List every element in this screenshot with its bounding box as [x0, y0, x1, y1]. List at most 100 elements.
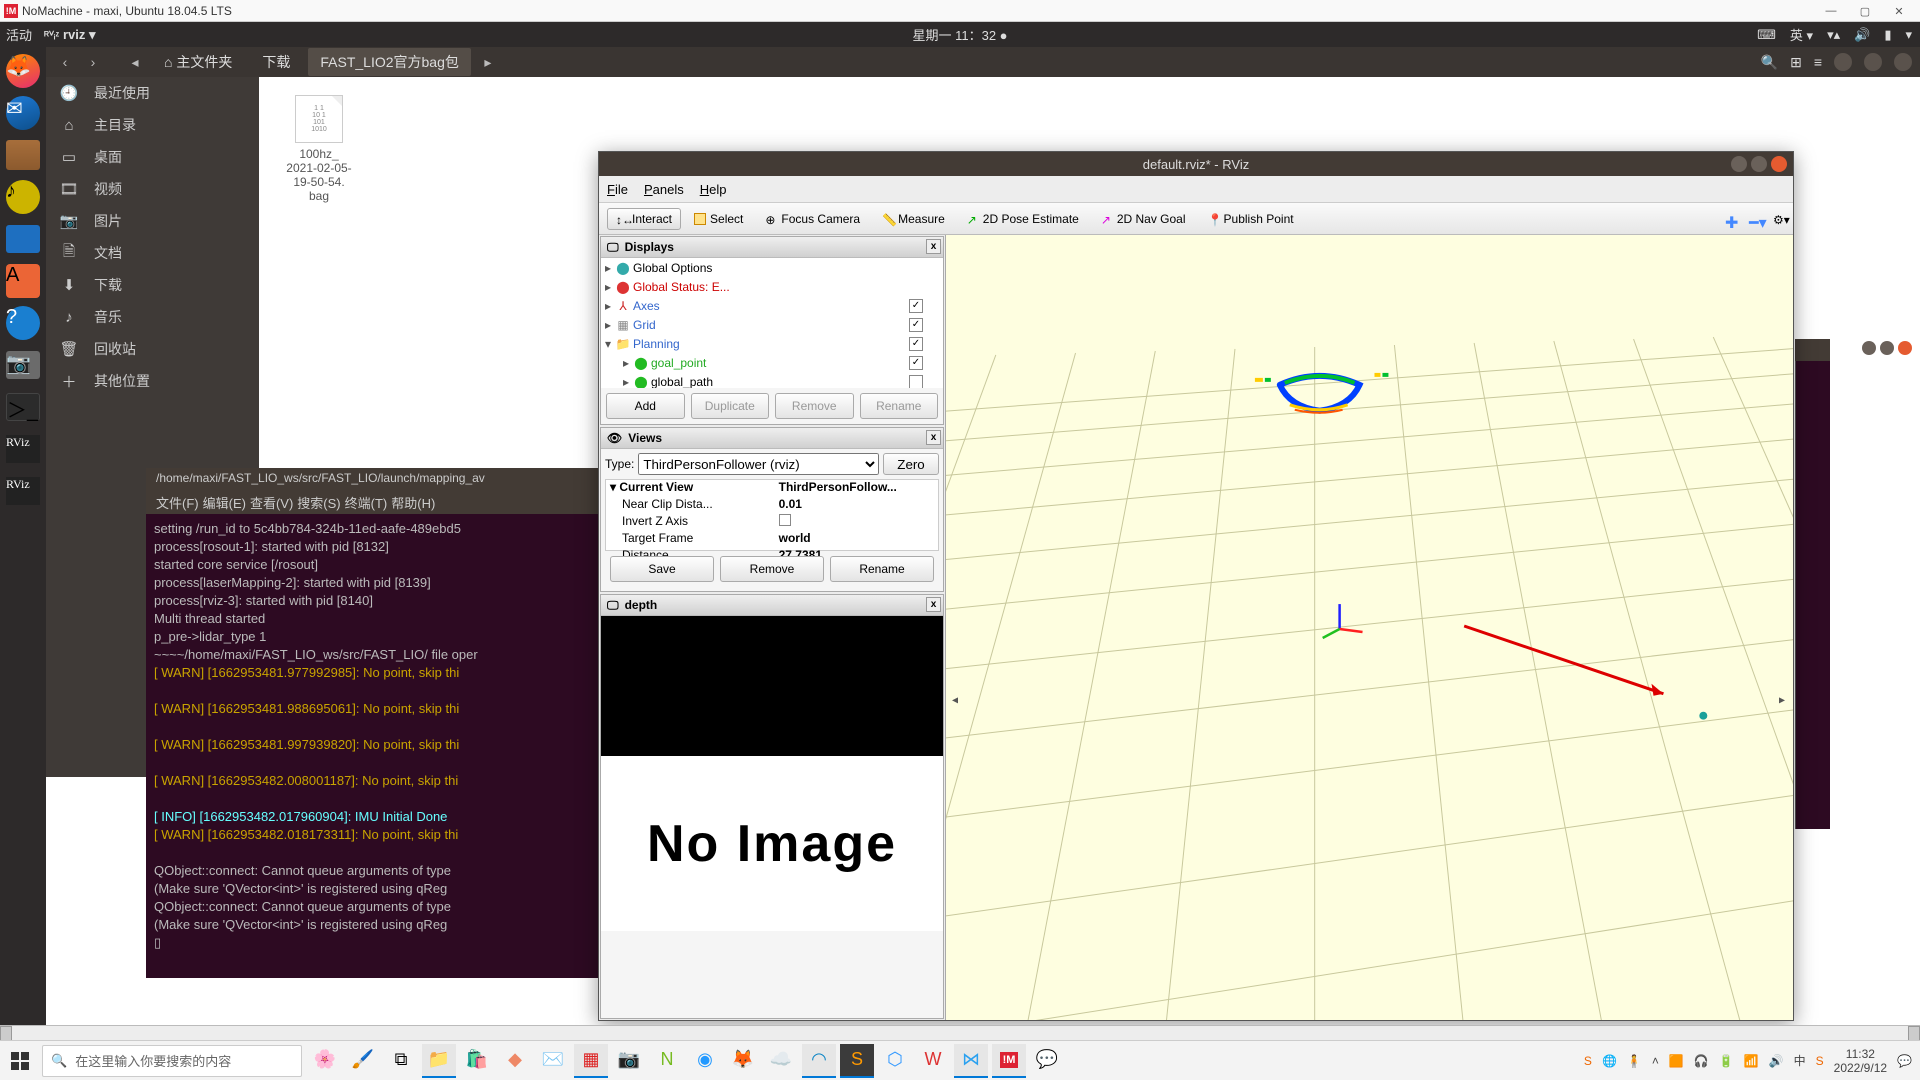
task-unknown[interactable]: 💬 [1030, 1044, 1064, 1078]
term-menu-search[interactable]: 搜索(S) [297, 493, 340, 511]
axes-check[interactable]: ✓ [909, 299, 923, 313]
task-store[interactable]: 🛍️ [460, 1044, 494, 1078]
path-forward[interactable]: ▸ [477, 51, 499, 73]
term-menu-help[interactable]: 帮助(H) [391, 493, 435, 511]
scroll-left[interactable] [0, 1026, 12, 1041]
sidebar-music[interactable]: ♪音乐 [46, 301, 259, 333]
tray-wifi[interactable]: 📶 [1744, 1054, 1759, 1068]
tray-person[interactable]: 🧍 [1627, 1054, 1642, 1068]
gear-tool-icon[interactable]: ⚙▾ [1773, 213, 1785, 225]
close-button[interactable]: ✕ [1882, 0, 1916, 22]
clock-center[interactable]: 星期一 11：32 ● [912, 25, 1007, 44]
task-taskview[interactable]: ⧉ [384, 1044, 418, 1078]
sidebar-downloads[interactable]: ⬇下载 [46, 269, 259, 301]
sidebar-pictures[interactable]: 📷图片 [46, 205, 259, 237]
term-menu-file[interactable]: 文件(F) [156, 493, 199, 511]
task-flower[interactable]: 🌸 [308, 1044, 342, 1078]
volume-icon[interactable]: 🔊 [1854, 27, 1870, 43]
sidebar-home[interactable]: ⌂主目录 [46, 109, 259, 141]
tray-battery[interactable]: 🔋 [1719, 1054, 1734, 1068]
task-onenote[interactable]: N [650, 1044, 684, 1078]
displays-tree[interactable]: ▸⬤Global Options ▸⬤Global Status: E... ▸… [601, 258, 943, 388]
depth-close[interactable]: x [926, 597, 941, 612]
battery-icon[interactable]: ▮ [1884, 27, 1891, 43]
task-cloud[interactable]: ☁️ [764, 1044, 798, 1078]
task-camera[interactable]: 📷 [612, 1044, 646, 1078]
vrename-button[interactable]: Rename [830, 556, 934, 582]
dock-help[interactable]: ? [3, 303, 43, 343]
search-box[interactable]: 🔍 在这里输入你要搜索的内容 [42, 1045, 302, 1077]
task-mail[interactable]: ✉️ [536, 1044, 570, 1078]
minimize-button[interactable]: — [1814, 0, 1848, 22]
minus-tool-icon[interactable]: ━▾ [1749, 213, 1761, 225]
tool-measure[interactable]: 📏Measure [873, 208, 954, 230]
dock-thunderbird[interactable]: ✉ [3, 93, 43, 133]
grid-check[interactable]: ✓ [909, 318, 923, 332]
save-button[interactable]: Save [610, 556, 714, 582]
tray-sogou[interactable]: S [1584, 1054, 1592, 1068]
dock-files[interactable] [3, 135, 43, 175]
win-max[interactable] [1864, 53, 1882, 71]
bg-min[interactable] [1862, 341, 1876, 355]
menu-help[interactable]: Help [700, 182, 727, 197]
dock-document[interactable] [3, 219, 43, 259]
activities-button[interactable]: 活动 [6, 25, 32, 44]
sidebar-recent[interactable]: 🕘最近使用 [46, 77, 259, 109]
goal-check[interactable]: ✓ [909, 356, 923, 370]
sidebar-other[interactable]: ＋其他位置 [46, 365, 259, 397]
type-select[interactable]: ThirdPersonFollower (rviz) [638, 453, 879, 475]
tool-publish[interactable]: 📍Publish Point [1199, 208, 1303, 230]
zero-button[interactable]: Zero [883, 453, 939, 475]
task-firefox[interactable]: 🦊 [726, 1044, 760, 1078]
hamburger-icon[interactable]: ≡ [1814, 54, 1822, 70]
task-sublime[interactable]: S [840, 1044, 874, 1078]
nav-forward[interactable]: › [82, 51, 104, 73]
task-brush[interactable]: 🖌️ [346, 1044, 380, 1078]
tray-globe[interactable]: 🌐 [1602, 1054, 1617, 1068]
dock-terminal[interactable]: ＞_ [3, 387, 43, 427]
task-nomachine[interactable]: !M [992, 1044, 1026, 1078]
maximize-button[interactable]: ▢ [1848, 0, 1882, 22]
sidebar-trash[interactable]: 🗑回收站 [46, 333, 259, 365]
displays-header[interactable]: 🖵 Displays x [601, 237, 943, 258]
tool-select[interactable]: Select [685, 208, 752, 230]
task-meet[interactable]: ◉ [688, 1044, 722, 1078]
task-blue[interactable]: ⬡ [878, 1044, 912, 1078]
rviz-3d-view[interactable]: ◂ ▸ [945, 235, 1793, 1020]
tool-pose[interactable]: ↗2D Pose Estimate [958, 208, 1088, 230]
rviz-titlebar[interactable]: default.rviz* - RViz [599, 152, 1793, 176]
tool-focus[interactable]: ⊕Focus Camera [756, 208, 869, 230]
start-button[interactable] [0, 1041, 40, 1081]
crumb-home[interactable]: ⌂ 主文件夹 [152, 48, 244, 76]
term-menu-view[interactable]: 查看(V) [250, 493, 293, 511]
bg-close[interactable] [1898, 341, 1912, 355]
keyboard-icon[interactable]: ⌨ [1757, 27, 1776, 43]
sidebar-videos[interactable]: 🎞视频 [46, 173, 259, 205]
task-wps[interactable]: W [916, 1044, 950, 1078]
sidebar-documents[interactable]: 🗎文档 [46, 237, 259, 269]
path-back[interactable]: ◂ [124, 51, 146, 73]
add-button[interactable]: Add [606, 393, 685, 419]
app-menu[interactable]: ᴿⱽᵢᶻ rviz ▾ [44, 27, 96, 43]
crumb-folder[interactable]: FAST_LIO2官方bag包 [308, 48, 471, 76]
tool-interact[interactable]: ↕↔Interact [607, 208, 681, 230]
nav-back[interactable]: ‹ [54, 51, 76, 73]
rviz-maximize[interactable] [1751, 156, 1767, 172]
file-bag[interactable]: 1 110 11011010 100hz_ 2021-02-05- 19-50-… [279, 95, 359, 203]
views-close[interactable]: x [926, 430, 941, 445]
planning-check[interactable]: ✓ [909, 337, 923, 351]
dock-firefox[interactable]: 🦊 [3, 51, 43, 91]
dock-rviz1[interactable]: RViz [3, 429, 43, 469]
tray-vol[interactable]: 🔊 [1769, 1054, 1784, 1068]
task-explorer[interactable]: 📁 [422, 1044, 456, 1078]
ime-indicator[interactable]: 英 ▾ [1790, 25, 1813, 44]
tray-notifications[interactable]: 💬 [1897, 1054, 1912, 1068]
depth-header[interactable]: 🖵 depth x [601, 595, 943, 616]
menu-file[interactable]: File [607, 182, 628, 197]
task-edge[interactable]: ◠ [802, 1044, 836, 1078]
terminal-output[interactable]: setting /run_id to 5c4bb784-324b-11ed-aa… [146, 514, 601, 958]
tool-nav[interactable]: ↗2D Nav Goal [1092, 208, 1195, 230]
displays-close[interactable]: x [926, 239, 941, 254]
dock-music[interactable]: ♪ [3, 177, 43, 217]
sidebar-desktop[interactable]: ▭桌面 [46, 141, 259, 173]
